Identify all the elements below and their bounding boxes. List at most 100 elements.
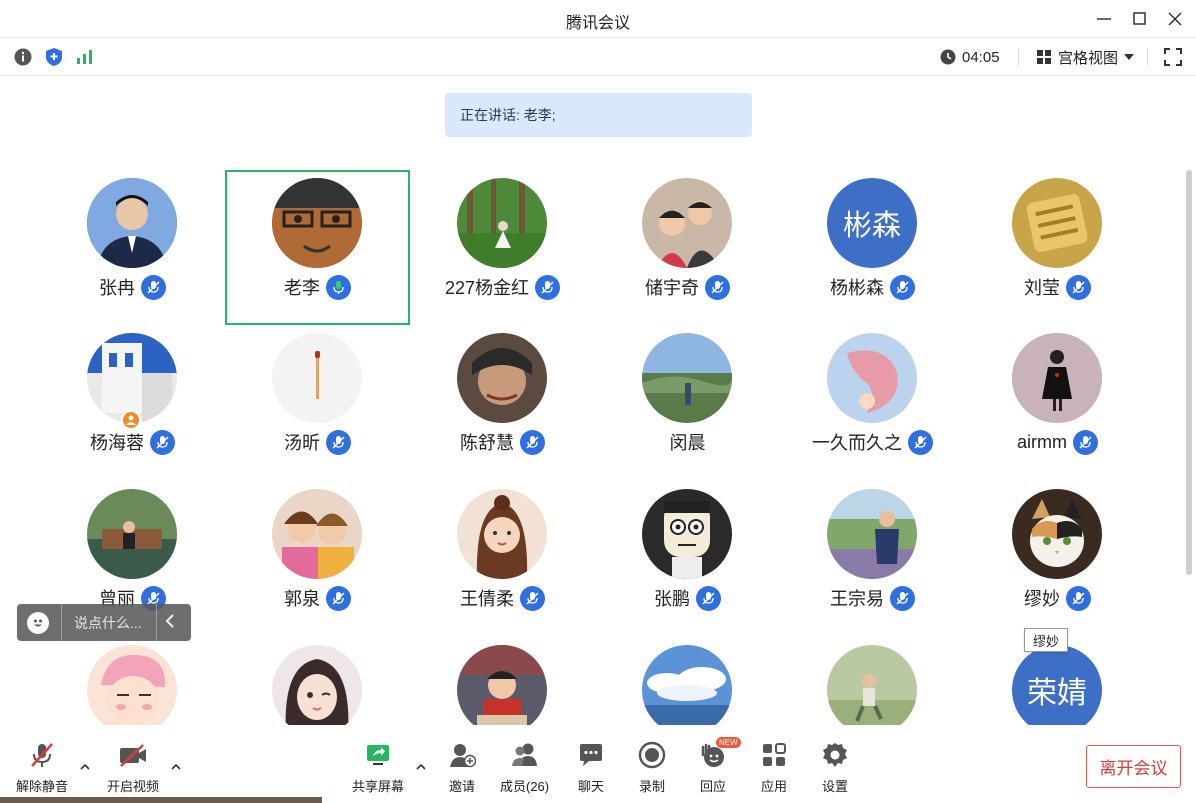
settings-button[interactable]: 设置 xyxy=(820,740,850,796)
mic-muted-icon xyxy=(326,429,351,455)
participant-tile[interactable]: 王宗易 xyxy=(780,481,965,636)
participant-tile[interactable]: 闵晨 xyxy=(595,325,780,480)
collapse-chevron-icon[interactable] xyxy=(165,614,175,631)
avatar xyxy=(457,645,547,725)
participant-tile[interactable] xyxy=(225,637,410,725)
participant-tile-active-speaker[interactable]: 老李 xyxy=(225,170,410,325)
participant-name: 张冉 xyxy=(99,278,135,298)
close-icon[interactable] xyxy=(1164,8,1186,30)
avatar xyxy=(272,333,362,423)
participant-tile[interactable]: 王倩柔 xyxy=(410,481,595,636)
avatar xyxy=(1012,489,1102,579)
participant-name-row: 汤昕 xyxy=(225,429,410,455)
participant-name: 一久而久之 xyxy=(812,433,902,453)
meeting-timer: 04:05 xyxy=(940,47,1000,67)
timer-value: 04:05 xyxy=(962,48,1000,66)
participant-tile[interactable]: 储宇奇 xyxy=(595,170,780,325)
avatar xyxy=(87,645,177,725)
avatar xyxy=(457,333,547,423)
info-icon[interactable] xyxy=(13,47,33,67)
new-badge: NEW xyxy=(716,737,741,748)
fullscreen-icon[interactable] xyxy=(1163,47,1183,67)
participant-tile[interactable]: 张冉 xyxy=(40,170,225,325)
participant-tile[interactable]: 227杨金红 xyxy=(410,170,595,325)
gear-icon xyxy=(820,740,850,770)
taskbar-strip xyxy=(0,797,322,803)
video-options-caret-icon[interactable] xyxy=(169,760,183,772)
share-options-caret-icon[interactable] xyxy=(414,760,428,772)
avatar xyxy=(272,489,362,579)
participant-tile[interactable]: 杨海蓉 xyxy=(40,325,225,480)
share-screen-label: 共享屏幕 xyxy=(352,779,405,794)
quick-chat-bar[interactable]: 说点什么... xyxy=(17,604,191,641)
chat-input-placeholder[interactable]: 说点什么... xyxy=(74,613,152,633)
participant-tile[interactable]: 郭泉 xyxy=(225,481,410,636)
mic-muted-icon xyxy=(1066,274,1091,300)
participant-name: 汤昕 xyxy=(284,433,320,453)
avatar-initials: 荣婧 xyxy=(1012,645,1102,725)
participant-name: 张鹏 xyxy=(654,589,690,609)
network-signal-icon[interactable] xyxy=(74,47,94,67)
view-mode-dropdown[interactable]: 宫格视图 xyxy=(1036,47,1135,67)
apps-button[interactable]: 应用 xyxy=(759,740,789,796)
participant-name-row: 张鹏 xyxy=(595,585,780,611)
members-button[interactable]: 成员(26) xyxy=(500,740,549,796)
minimize-icon[interactable] xyxy=(1093,8,1115,30)
mic-muted-icon xyxy=(696,585,721,611)
avatar xyxy=(457,178,547,268)
participant-name: 王倩柔 xyxy=(460,589,514,609)
participant-name: 闵晨 xyxy=(669,433,706,453)
divider xyxy=(1147,48,1148,66)
avatar xyxy=(827,333,917,423)
mic-muted-icon xyxy=(535,274,561,300)
record-icon xyxy=(637,740,667,770)
security-shield-icon[interactable] xyxy=(44,47,64,67)
participant-name-row: 闵晨 xyxy=(595,429,780,455)
participant-tile[interactable] xyxy=(40,637,225,725)
status-bar: 04:05 宫格视图 xyxy=(0,38,1196,76)
caret-down-icon xyxy=(1124,54,1135,60)
mic-muted-icon xyxy=(705,274,730,300)
participant-name: airmm xyxy=(1017,431,1067,452)
invite-button[interactable]: 邀请 xyxy=(447,740,477,796)
leave-meeting-button[interactable]: 离开会议 xyxy=(1086,745,1181,788)
participant-tile[interactable] xyxy=(595,637,780,725)
grid-scrollbar[interactable] xyxy=(1186,170,1192,575)
participant-tile[interactable]: 汤昕 xyxy=(225,325,410,480)
emoji-icon[interactable] xyxy=(27,611,49,634)
mic-muted-icon xyxy=(520,429,545,455)
mic-muted-icon xyxy=(326,585,351,611)
participant-name: 杨彬森 xyxy=(830,278,884,298)
meeting-toolbar: 解除静音 开启视频 共享屏幕 邀请 成员(26) 聊天 录制 NEW 回应 应用… xyxy=(0,730,1196,803)
unmute-button[interactable]: 解除静音 xyxy=(16,740,68,796)
participant-tile[interactable]: 缪妙 xyxy=(965,481,1150,636)
participant-name-row: 227杨金红 xyxy=(410,274,595,300)
unmute-label: 解除静音 xyxy=(16,779,69,794)
participant-tile[interactable]: 刘莹 xyxy=(965,170,1150,325)
participant-name-row: 王倩柔 xyxy=(410,585,595,611)
share-screen-button[interactable]: 共享屏幕 xyxy=(352,740,404,796)
participant-tile[interactable]: airmm xyxy=(965,325,1150,480)
participant-tile[interactable] xyxy=(780,637,965,725)
mic-muted-icon xyxy=(890,585,915,611)
record-button[interactable]: 录制 xyxy=(637,740,667,796)
participant-tile[interactable]: 彬森 杨彬森 xyxy=(780,170,965,325)
participant-tile[interactable]: 陈舒慧 xyxy=(410,325,595,480)
audio-options-caret-icon[interactable] xyxy=(78,760,92,772)
start-video-button[interactable]: 开启视频 xyxy=(107,740,159,796)
chat-button[interactable]: 聊天 xyxy=(576,740,606,796)
mic-off-icon xyxy=(27,740,57,770)
participant-name-row: 缪妙 xyxy=(965,585,1150,611)
participant-tile[interactable] xyxy=(410,637,595,725)
participant-name-row: 杨海蓉 xyxy=(40,429,225,455)
camera-off-icon xyxy=(118,740,148,770)
react-button[interactable]: NEW 回应 xyxy=(698,737,741,796)
members-label: 成员(26) xyxy=(500,779,550,794)
avatar xyxy=(642,333,732,423)
participant-tile[interactable]: 一久而久之 xyxy=(780,325,965,480)
participant-tile[interactable]: 张鹏 xyxy=(595,481,780,636)
divider xyxy=(1018,48,1019,66)
maximize-icon[interactable] xyxy=(1129,8,1151,30)
grid-view-icon xyxy=(1037,50,1051,64)
avatar-initials: 彬森 xyxy=(827,178,917,268)
